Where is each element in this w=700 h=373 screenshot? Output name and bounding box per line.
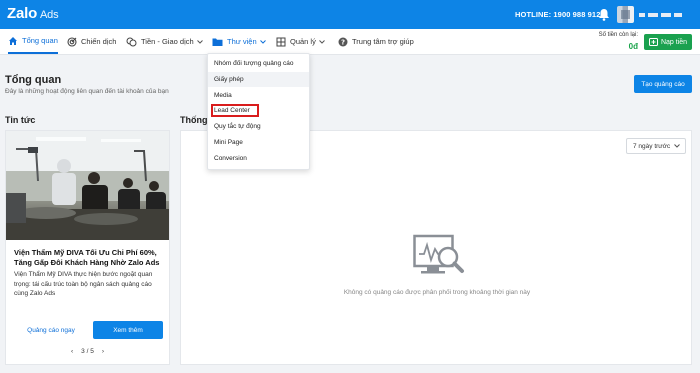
avatar[interactable] [617,6,634,23]
svg-text:?: ? [341,38,345,46]
menu-item-license[interactable]: Giấy phép [208,72,309,87]
nav-label: Tiền - Giao dịch [141,37,194,46]
news-headline[interactable]: Viện Thẩm Mỹ DIVA Tối Ưu Chi Phí 60%, Tă… [14,248,166,268]
folder-icon [212,38,223,46]
menu-item-auto-rules[interactable]: Quy tắc tự động [208,119,309,134]
wallet-icon [648,38,658,46]
nav-chien-dich[interactable]: Chiến dịch [67,29,116,54]
news-section-title: Tin tức [5,115,36,125]
money-icon [126,37,137,46]
news-pager: ‹ 3 / 5 › [6,348,169,355]
bell-icon[interactable] [598,8,610,21]
nav-label: Thư viện [227,37,257,46]
date-range-value: 7 ngày trước [633,142,671,150]
news-body: Viện Thẩm Mỹ DIVA thực hiện bước ngoặt q… [14,271,153,297]
home-icon [9,36,17,45]
grid-icon [276,37,286,46]
library-dropdown-menu: Nhóm đối tượng quảng cáo Giấy phép Media… [207,53,310,170]
menu-item-media[interactable]: Media [208,88,309,103]
empty-state-text: Không có quảng cáo được phân phối trong … [343,289,531,296]
pager-page: 3 / 5 [81,348,94,355]
nav-label: Trung tâm trợ giúp [352,37,414,46]
topup-label: Nạp tiền [660,38,688,46]
date-range-select[interactable]: 7 ngày trước [626,138,686,154]
chevron-down-icon [259,39,266,44]
nav-tien-giao-dich[interactable]: Tiền - Giao dịch [126,29,207,54]
nav-label: Chiến dịch [81,37,117,46]
nav-tong-quan[interactable]: Tổng quan [8,29,58,54]
news-image[interactable] [6,131,169,240]
balance-value: 0đ [628,42,638,51]
nav-thu-vien[interactable]: Thư viện [212,29,270,54]
chevron-down-icon [674,144,680,148]
chevron-down-icon [196,39,203,44]
news-photo [6,131,169,240]
news-card: Viện Thẩm Mỹ DIVA Tối Ưu Chi Phí 60%, Tă… [5,130,170,365]
help-icon: ? [338,37,348,46]
target-icon [67,36,77,47]
chevron-down-icon [319,39,325,44]
menu-item-audience[interactable]: Nhóm đối tượng quảng cáo [208,56,309,71]
lead-center-highlight-box [211,104,259,117]
advertise-now-link[interactable]: Quảng cáo ngay [16,322,86,338]
pager-next-icon[interactable]: › [102,348,104,355]
nav-tro-giup[interactable]: ? Trung tâm trợ giúp [338,29,414,54]
account-name-masked[interactable] [639,13,689,17]
create-ad-button[interactable]: Tạo quảng cáo [634,75,692,93]
nav-label: Tổng quan [22,36,58,45]
nav-label: Quản lý [290,37,316,46]
logo-main: Zalo [7,5,38,22]
logo-sub: Ads [40,9,59,21]
empty-chart-icon [413,234,464,274]
topup-button[interactable]: Nạp tiền [644,34,692,50]
top-bar: Zalo Ads HOTLINE: 1900 988 912 [0,0,700,29]
balance-label: Số tiền còn lại: [598,32,638,38]
zalo-ads-logo[interactable]: Zalo Ads [7,5,59,22]
pager-prev-icon[interactable]: ‹ [71,348,73,355]
see-more-button[interactable]: Xem thêm [93,321,163,339]
nav-quan-ly[interactable]: Quản lý [276,29,329,54]
hotline-text: HOTLINE: 1900 988 912 [515,10,601,19]
page-subtitle: Đây là những hoạt động liên quan đến tài… [5,88,169,95]
main-nav: Tổng quan Chiến dịch Tiền - Giao dịch Th… [0,29,700,55]
menu-item-conversion[interactable]: Conversion [208,151,309,166]
page-title: Tổng quan [5,74,62,86]
menu-item-mini-page[interactable]: Mini Page [208,135,309,150]
